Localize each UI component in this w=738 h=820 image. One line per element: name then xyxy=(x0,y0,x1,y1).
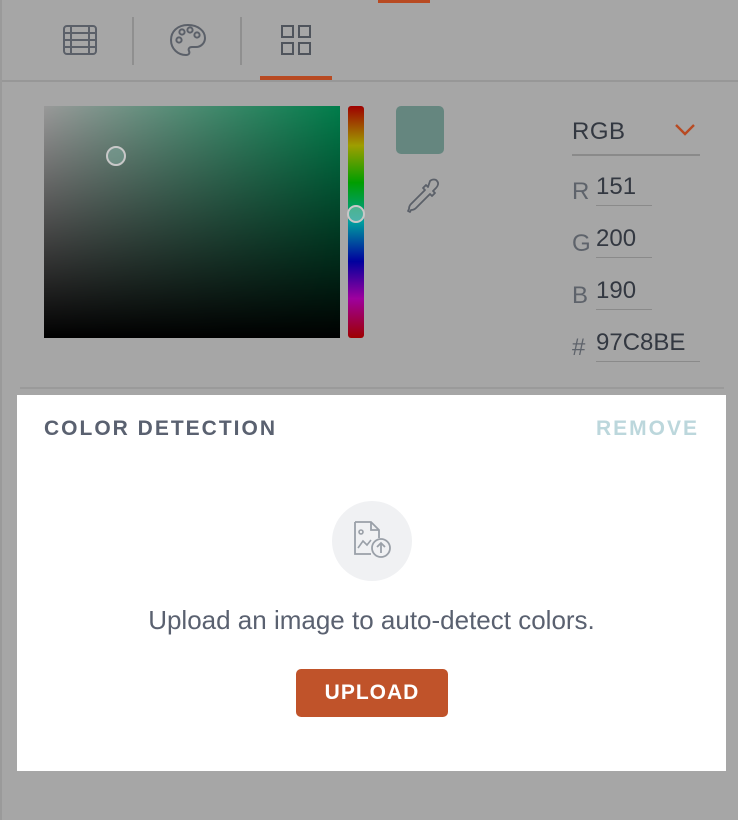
current-color-swatch xyxy=(396,106,444,154)
channel-label-r: R xyxy=(572,178,590,205)
color-picker-panel: RGB R 151 G 200 B 190 # 97C8BE COLOR DET… xyxy=(0,0,738,820)
section-divider xyxy=(20,387,724,389)
hue-slider-handle[interactable] xyxy=(347,205,365,223)
hex-input[interactable]: 97C8BE xyxy=(596,328,700,362)
color-mode-value: RGB xyxy=(572,118,626,145)
channel-label-g: G xyxy=(572,230,591,257)
remove-button[interactable]: REMOVE xyxy=(596,417,699,441)
channel-row-hex: # 97C8BE xyxy=(572,326,700,362)
channel-row-r: R 151 xyxy=(572,170,652,206)
eyedropper-icon xyxy=(406,177,440,220)
channel-input-r[interactable]: 151 xyxy=(596,172,652,206)
channel-label-hex: # xyxy=(572,334,586,361)
tab-palette[interactable] xyxy=(152,0,224,80)
tab-separator xyxy=(132,17,134,65)
upload-hint-text: Upload an image to auto-detect colors. xyxy=(148,605,595,635)
upload-image-placeholder xyxy=(332,501,412,581)
channel-row-g: G 200 xyxy=(572,222,652,258)
saturation-value-area[interactable] xyxy=(44,106,340,338)
channel-label-b: B xyxy=(572,282,589,309)
color-mode-select[interactable]: RGB xyxy=(572,110,700,156)
tab-separator xyxy=(240,17,242,65)
color-detection-title: COLOR DETECTION xyxy=(44,417,277,440)
channel-row-b: B 190 xyxy=(572,274,652,310)
eyedropper-button[interactable] xyxy=(404,178,442,218)
chevron-down-icon xyxy=(674,123,696,142)
tab-grid[interactable] xyxy=(260,0,332,80)
tab-table[interactable] xyxy=(44,0,116,80)
saturation-value-handle[interactable] xyxy=(106,146,126,166)
channel-input-b[interactable]: 190 xyxy=(596,276,652,310)
channel-input-g[interactable]: 200 xyxy=(596,224,652,258)
tab-bar xyxy=(2,0,738,82)
image-upload-icon xyxy=(349,518,395,565)
table-grid-icon xyxy=(62,24,98,56)
four-squares-icon xyxy=(279,23,313,57)
color-detection-card: COLOR DETECTION REMOVE Upload an image t… xyxy=(17,395,726,771)
upload-button[interactable]: UPLOAD xyxy=(296,669,448,717)
palette-icon xyxy=(168,22,208,58)
